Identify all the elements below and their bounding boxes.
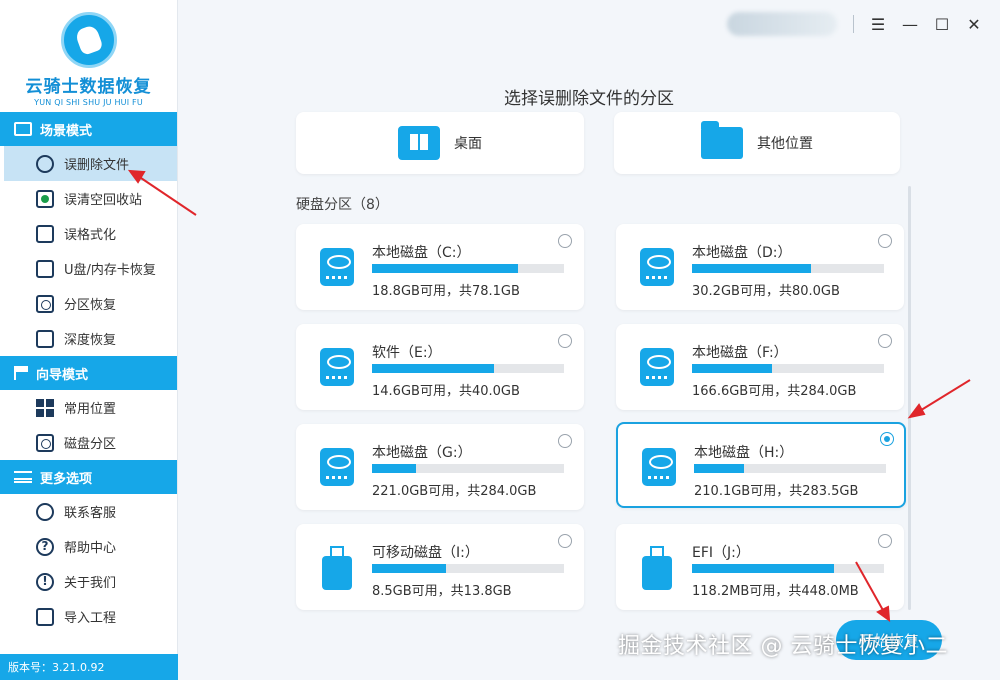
- location-desktop[interactable]: 桌面: [296, 112, 584, 174]
- section-guide-mode: 向导模式: [0, 356, 177, 390]
- logo-title: 云骑士数据恢复: [25, 77, 152, 97]
- folder-icon: [701, 121, 743, 159]
- sidebar-item-disk-partition[interactable]: 磁盘分区: [0, 425, 177, 460]
- sidebar-item-format[interactable]: 误格式化: [0, 216, 177, 251]
- phone-icon: [36, 502, 54, 521]
- windows-desktop-icon: [398, 126, 440, 160]
- sidebar-item-deep-recovery[interactable]: 深度恢复: [0, 321, 177, 356]
- minimize-icon[interactable]: —: [902, 15, 918, 34]
- scrollbar[interactable]: [908, 186, 911, 610]
- partition-card[interactable]: 软件（E:） 14.6GB可用，共40.0GB: [296, 324, 584, 410]
- usage-bar: [692, 364, 884, 373]
- radio-button[interactable]: [558, 434, 572, 448]
- sidebar-item-about-us[interactable]: ! 关于我们: [0, 564, 177, 599]
- logo-subtitle: YUN QI SHI SHU JU HUI FU: [34, 98, 143, 107]
- user-account-avatar[interactable]: [727, 12, 837, 36]
- sidebar-item-usb-card[interactable]: U盘/内存卡恢复: [0, 251, 177, 286]
- maximize-icon[interactable]: ☐: [934, 15, 950, 34]
- hard-drive-icon: [642, 448, 676, 486]
- radio-button[interactable]: [558, 534, 572, 548]
- partition-card[interactable]: 本地磁盘（C:） 18.8GB可用，共78.1GB: [296, 224, 584, 310]
- partition-card[interactable]: 本地磁盘（D:） 30.2GB可用，共80.0GB: [616, 224, 904, 310]
- sidebar-item-customer-service[interactable]: 联系客服: [0, 494, 177, 529]
- partition-card[interactable]: 本地磁盘（F:） 166.6GB可用，共284.0GB: [616, 324, 904, 410]
- windows-icon: [36, 398, 54, 417]
- file-recover-icon: [36, 154, 54, 173]
- usage-bar: [694, 464, 886, 473]
- format-disk-icon: [36, 224, 54, 243]
- window-controls: ☰ — ☐ ✕: [727, 12, 982, 36]
- watermark: 掘金技术社区 @ 云骑士恢复小二: [618, 634, 948, 659]
- arrow-to-partition-h: [917, 379, 971, 413]
- usage-bar: [692, 564, 884, 573]
- usb-card-icon: [36, 259, 54, 278]
- radio-button[interactable]: [558, 334, 572, 348]
- disk-partition-icon: [36, 433, 54, 452]
- help-icon: ?: [36, 537, 54, 556]
- radio-button[interactable]: [558, 234, 572, 248]
- usage-bar: [372, 364, 564, 373]
- hard-drive-icon: [320, 248, 354, 286]
- hard-drive-icon: [320, 448, 354, 486]
- usage-bar: [372, 264, 564, 273]
- import-icon: [36, 607, 54, 626]
- location-other[interactable]: 其他位置: [614, 112, 900, 174]
- partition-card[interactable]: EFI（J:） 118.2MB可用，共448.0MB: [616, 524, 904, 610]
- app-logo: 云骑士数据恢复 YUN QI SHI SHU JU HUI FU: [0, 0, 177, 112]
- section-scene-mode: 场景模式: [0, 112, 177, 146]
- partition-card-selected[interactable]: 本地磁盘（H:） 210.1GB可用，共283.5GB: [616, 422, 906, 508]
- close-icon[interactable]: ✕: [966, 15, 982, 34]
- radio-button[interactable]: [878, 234, 892, 248]
- sidebar: 云骑士数据恢复 YUN QI SHI SHU JU HUI FU 场景模式 误删…: [0, 0, 178, 680]
- radio-button[interactable]: [878, 534, 892, 548]
- usb-drive-icon: [322, 546, 352, 590]
- partition-icon: [36, 294, 54, 313]
- disk-section-heading: 硬盘分区（8）: [296, 197, 389, 213]
- hard-drive-icon: [640, 348, 674, 386]
- arrow-head: [907, 403, 926, 419]
- usage-bar: [692, 264, 884, 273]
- usage-bar: [372, 464, 564, 473]
- info-icon: !: [36, 572, 54, 591]
- usage-bar: [372, 564, 564, 573]
- radio-button-checked[interactable]: [880, 432, 894, 446]
- usb-drive-icon: [642, 546, 672, 590]
- sidebar-item-partition[interactable]: 分区恢复: [0, 286, 177, 321]
- hard-drive-icon: [640, 248, 674, 286]
- hard-drive-icon: [320, 348, 354, 386]
- signpost-icon: [14, 366, 28, 380]
- scene-mode-icon: [14, 122, 32, 136]
- page-title: 选择误删除文件的分区: [504, 89, 674, 109]
- menu-icon: [14, 471, 32, 483]
- version-label: 版本号：3.21.0.92: [0, 654, 178, 680]
- partition-card[interactable]: 可移动磁盘（I:） 8.5GB可用，共13.8GB: [296, 524, 584, 610]
- sidebar-item-import-project[interactable]: 导入工程: [0, 599, 177, 634]
- sidebar-item-deleted-files[interactable]: 误删除文件: [4, 146, 177, 181]
- knight-logo-icon: [60, 12, 117, 68]
- deep-scan-icon: [36, 329, 54, 348]
- sidebar-item-recycle-bin[interactable]: 误清空回收站: [0, 181, 177, 216]
- sidebar-item-help-center[interactable]: ? 帮助中心: [0, 529, 177, 564]
- section-more-options: 更多选项: [0, 460, 177, 494]
- radio-button[interactable]: [878, 334, 892, 348]
- divider: [853, 15, 854, 33]
- menu-icon[interactable]: ☰: [870, 15, 886, 34]
- partition-card[interactable]: 本地磁盘（G:） 221.0GB可用，共284.0GB: [296, 424, 584, 510]
- recycle-bin-icon: [36, 189, 54, 208]
- sidebar-item-common-locations[interactable]: 常用位置: [0, 390, 177, 425]
